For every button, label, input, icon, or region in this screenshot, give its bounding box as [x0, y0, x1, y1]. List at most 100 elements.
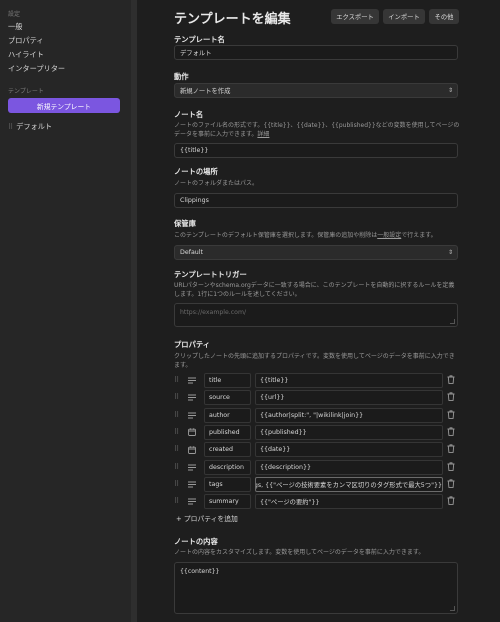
property-value-input[interactable]: {{url}} — [255, 390, 443, 406]
general-settings-link[interactable]: 一般設定 — [377, 232, 401, 239]
property-row: ⠿ summary {{"ページの要約"}} — [174, 494, 464, 510]
note-content-label: ノートの内容 — [174, 537, 218, 546]
property-name-input[interactable]: description — [204, 459, 251, 475]
calendar-icon[interactable] — [186, 427, 198, 438]
export-button[interactable]: エクスポート — [331, 9, 379, 24]
property-value-input[interactable]: {{title}} — [255, 373, 443, 388]
drag-handle-icon[interactable]: ⠿ — [174, 480, 180, 488]
property-value-input[interactable]: {{date}} — [255, 442, 443, 458]
more-button[interactable]: その他 — [429, 9, 459, 24]
behavior-selected-value: 新規ノートを作成 — [180, 88, 231, 95]
behavior-select[interactable]: 新規ノートを作成 ⇕ — [174, 83, 458, 98]
list-icon[interactable] — [186, 410, 198, 421]
vault-selected-value: Default — [180, 249, 204, 256]
note-content-description: ノートの内容をカスタマイズします。変数を使用してページのデータを事前に入力できま… — [174, 549, 425, 556]
trash-icon[interactable] — [447, 444, 457, 455]
trash-icon[interactable] — [447, 479, 457, 490]
property-row: ⠿ author {{author|split:", "|wikilink|join… — [174, 407, 464, 424]
drag-handle-icon[interactable]: ⠿ — [174, 393, 180, 401]
sidebar-template-default[interactable]: ⠿ デフォルト — [8, 122, 52, 132]
property-name-input[interactable]: title — [204, 373, 251, 388]
template-name-label: テンプレート名 — [174, 35, 225, 44]
property-name-input[interactable]: created — [204, 442, 251, 458]
list-icon[interactable] — [186, 462, 198, 473]
list-icon[interactable] — [186, 392, 198, 403]
drag-handle-icon[interactable]: ⠿ — [174, 497, 180, 505]
triggers-description: URLパターンやschema.orgデータに一致する場合に、このテンプレートを自… — [174, 282, 455, 298]
property-value-input[interactable]: {{published}} — [255, 424, 443, 440]
template-item-label: デフォルト — [16, 122, 53, 131]
property-value-text: {{url}} — [260, 394, 285, 402]
trash-icon[interactable] — [447, 409, 457, 421]
note-content-value: {{content}} — [180, 568, 220, 575]
trash-icon[interactable] — [447, 392, 457, 403]
vault-label: 保管庫 — [174, 219, 196, 228]
trash-icon[interactable] — [447, 461, 457, 473]
add-property-button[interactable]: + プロパティを追加 — [176, 513, 238, 523]
note-location-label: ノートの場所 — [174, 167, 218, 176]
triggers-textarea[interactable]: https://example.com/ — [174, 303, 458, 327]
property-name-input[interactable]: summary — [204, 494, 251, 510]
property-name-input[interactable]: tags — [204, 476, 251, 492]
property-value-text: {{date}} — [260, 446, 291, 454]
triggers-placeholder: https://example.com/ — [180, 309, 247, 316]
properties-label: プロパティ — [174, 340, 211, 349]
sidebar-item-highlight[interactable]: ハイライト — [8, 50, 44, 60]
trash-icon[interactable] — [447, 496, 457, 507]
vault-description: このテンプレートのデフォルト保管庫を選択します。保管庫の追加や削除は一般設定で行… — [174, 232, 437, 239]
property-value-input[interactable]: {{author|split:", "|wikilink|join}} — [255, 407, 443, 423]
list-icon[interactable] — [186, 375, 198, 386]
drag-handle-icon[interactable]: ⠿ — [174, 463, 180, 471]
template-name-input[interactable]: デフォルト — [174, 45, 458, 60]
settings-section-header: 設定 — [8, 11, 21, 18]
note-name-label: ノート名 — [174, 110, 204, 119]
property-value-input[interactable]: {{"ページの要約"}} — [255, 494, 443, 510]
property-value-input[interactable]: igs, {{"ページの技術要素をカンマ区切りのタグ形式で最大5つ"}} — [255, 476, 443, 492]
select-chevron-icon: ⇕ — [447, 87, 453, 94]
drag-handle-icon[interactable]: ⠿ — [174, 428, 180, 436]
sidebar-item-general[interactable]: 一般 — [8, 22, 22, 32]
scrollbar[interactable] — [496, 0, 500, 622]
note-name-description: ノートのファイル名の形式です。{{title}}、{{date}}、{{publ… — [174, 122, 460, 138]
property-name-input[interactable]: published — [204, 424, 251, 440]
resize-grip-icon[interactable] — [450, 319, 455, 324]
calendar-icon[interactable] — [186, 444, 198, 455]
trash-icon[interactable] — [447, 427, 457, 438]
resize-grip-icon[interactable] — [450, 606, 455, 611]
property-value-text: igs, {{"ページの技術要素をカンマ区切りのタグ形式で最大5つ"}} — [255, 481, 442, 489]
property-row: ⠿ tags igs, {{"ページの技術要素をカンマ区切りのタグ形式で最大5つ"}… — [174, 476, 464, 493]
property-row: ⠿ source {{url}} — [174, 390, 464, 406]
drag-handle-icon[interactable]: ⠿ — [174, 445, 180, 453]
new-template-button[interactable]: 新規テンプレート — [8, 98, 120, 113]
property-value-input[interactable]: {{description}} — [255, 459, 443, 475]
sidebar-divider[interactable] — [131, 0, 137, 622]
sidebar-item-properties[interactable]: プロパティ — [8, 36, 44, 46]
select-chevron-icon: ⇕ — [447, 249, 453, 256]
drag-handle-icon[interactable]: ⠿ — [8, 123, 13, 131]
sidebar-item-interpreter[interactable]: インタープリター — [8, 64, 65, 74]
note-name-input[interactable]: {{title}} — [174, 143, 458, 158]
list-icon[interactable] — [186, 479, 198, 490]
list-icon[interactable] — [186, 496, 198, 507]
property-value-text: {{published}} — [260, 428, 307, 436]
templates-section-header: テンプレート — [8, 88, 44, 95]
note-content-textarea[interactable]: {{content}} — [174, 562, 458, 614]
property-name-input[interactable]: source — [204, 390, 251, 406]
property-name-input[interactable]: author — [204, 407, 251, 423]
drag-handle-icon[interactable]: ⠿ — [174, 376, 180, 384]
triggers-label: テンプレートトリガー — [174, 270, 247, 279]
learn-more-link[interactable]: 詳細 — [257, 131, 269, 138]
property-value-text: {{"ページの要約"}} — [260, 499, 320, 507]
property-value-text: {{title}} — [260, 377, 289, 384]
property-row: ⠿ description {{description}} — [174, 459, 464, 476]
vault-select[interactable]: Default ⇕ — [174, 245, 458, 260]
note-location-input[interactable]: Clippings — [174, 193, 458, 208]
property-value-text: {{description}} — [260, 463, 312, 471]
property-row: ⠿ title {{title}} — [174, 373, 464, 389]
drag-handle-icon[interactable]: ⠿ — [174, 411, 180, 419]
property-value-text: {{author|split:", "|wikilink|join}} — [260, 411, 364, 419]
property-row: ⠿ published {{published}} — [174, 424, 464, 441]
import-button[interactable]: インポート — [383, 9, 425, 24]
trash-icon[interactable] — [447, 375, 457, 386]
page-title: テンプレートを編集 — [174, 12, 291, 27]
